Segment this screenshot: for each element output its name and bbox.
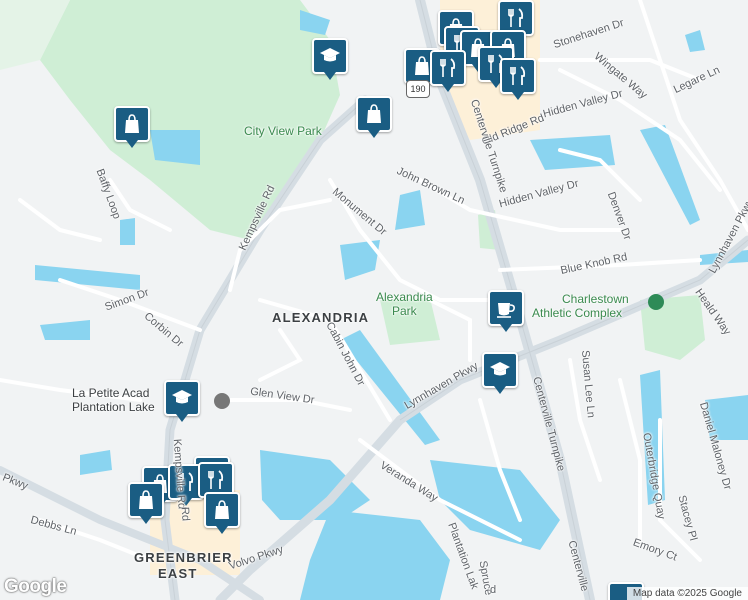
restaurant-pin-cluster-5[interactable] <box>500 58 536 102</box>
cafe-pin[interactable] <box>488 290 524 334</box>
map-attribution[interactable]: Map data ©2025 Google <box>626 587 748 600</box>
school-icon <box>172 390 192 404</box>
shopping-bag-icon <box>367 104 381 123</box>
restaurant-icon <box>508 8 524 27</box>
school-pin-lynnhaven[interactable] <box>482 352 518 396</box>
alexandria-park-area <box>380 298 440 345</box>
map-base-layer <box>0 0 748 600</box>
shopping-bag-icon <box>139 490 153 509</box>
restaurant-pin-cluster-3[interactable] <box>430 50 466 94</box>
google-logo: Google <box>4 576 67 597</box>
city-view-park-area <box>40 0 340 240</box>
shopping-pin-greenbrier-3[interactable] <box>204 492 240 536</box>
school-icon <box>320 48 340 62</box>
sports-complex-marker-icon[interactable] <box>648 294 664 310</box>
poi-marker-icon[interactable] <box>214 393 230 409</box>
coffee-icon <box>497 303 515 318</box>
shopping-pin-mid[interactable] <box>356 96 392 140</box>
route-shield: 190 <box>406 80 430 98</box>
map-canvas[interactable]: 190 ALEXANDRIA GREENBRIER EAST City View… <box>0 0 748 600</box>
restaurant-icon <box>178 472 194 491</box>
shopping-bag-icon <box>215 500 229 519</box>
school-icon <box>490 362 510 376</box>
shopping-pin-greenbrier-2[interactable] <box>128 482 164 526</box>
school-pin-top[interactable] <box>312 38 348 82</box>
shopping-bag-icon <box>125 114 139 133</box>
restaurant-icon <box>510 66 526 85</box>
shopping-pin-left[interactable] <box>114 106 150 150</box>
school-pin-lapetite[interactable] <box>164 380 200 424</box>
restaurant-icon <box>208 470 224 489</box>
restaurant-icon <box>440 58 456 77</box>
